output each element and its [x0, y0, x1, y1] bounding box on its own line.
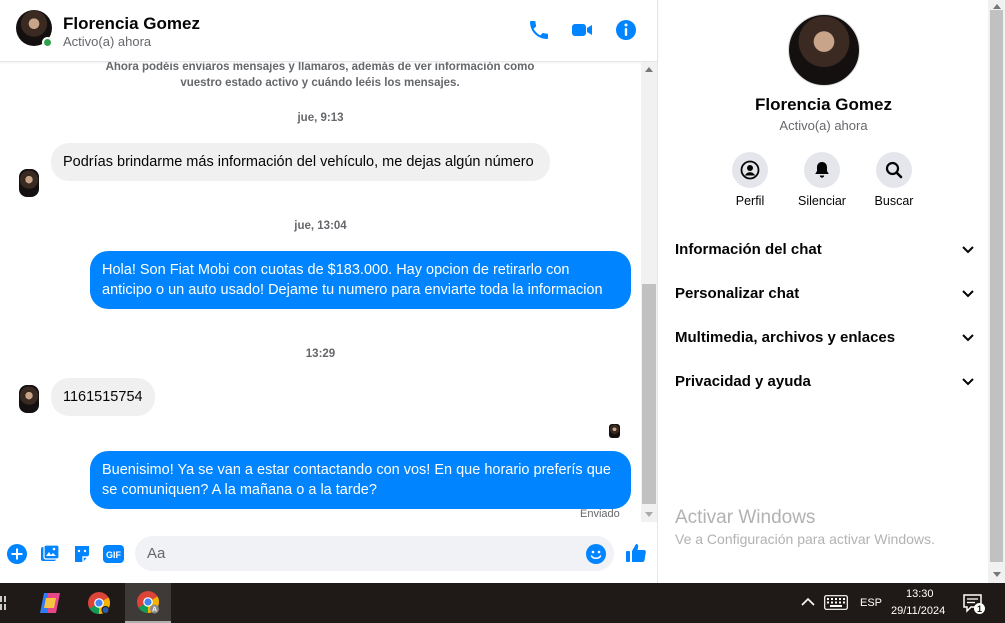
- profile-icon: [740, 160, 760, 180]
- chat-scroll-up-icon[interactable]: [645, 67, 653, 72]
- outgoing-message[interactable]: Hola! Son Fiat Mobi con cuotas de $183.0…: [90, 251, 631, 309]
- chat-scroll-down-icon[interactable]: [645, 512, 653, 517]
- windows-activation-title: Activar Windows: [675, 507, 816, 528]
- message-input[interactable]: [135, 536, 614, 571]
- chevron-up-icon[interactable]: [801, 597, 815, 607]
- chevron-down-icon: [962, 290, 974, 298]
- notification-icon[interactable]: [962, 593, 986, 615]
- chat-scroll-thumb[interactable]: [642, 284, 656, 504]
- clock-time[interactable]: 13:30: [906, 588, 934, 600]
- profile-button[interactable]: Perfil: [712, 152, 788, 208]
- chat-scrollbar[interactable]: [641, 62, 657, 522]
- like-thumb-icon[interactable]: [625, 542, 647, 564]
- mute-button[interactable]: Silenciar: [784, 152, 860, 208]
- chevron-down-icon: [962, 334, 974, 342]
- copilot-icon: [40, 593, 60, 613]
- info-avatar[interactable]: [788, 14, 860, 86]
- gif-icon[interactable]: GIF: [103, 544, 124, 564]
- timestamp: jue, 13:04: [294, 220, 347, 232]
- chrome-icon: A: [137, 591, 159, 614]
- outgoing-message[interactable]: Buenisimo! Ya se van a estar contactando…: [90, 451, 631, 509]
- photo-icon[interactable]: [40, 544, 60, 564]
- message-list: Ahora podéis enviaros mensajes y llamaro…: [0, 62, 641, 524]
- incoming-message[interactable]: Podrías brindarme más información del ve…: [51, 143, 550, 181]
- message-composer: GIF: [0, 524, 658, 583]
- message-avatar: [19, 169, 39, 197]
- phone-call-icon[interactable]: [527, 18, 551, 42]
- section-customize-chat[interactable]: Personalizar chat: [675, 278, 975, 308]
- online-indicator: [42, 37, 53, 48]
- contact-status: Activo(a) ahora: [63, 34, 152, 49]
- windows-taskbar: A ESP 13:30 29/11/2024 1: [0, 583, 1005, 623]
- chevron-down-icon: [962, 246, 974, 254]
- sticker-icon[interactable]: [72, 544, 92, 564]
- chat-pane: Florencia Gomez Activo(a) ahora Ahora po…: [0, 0, 658, 583]
- info-icon[interactable]: [614, 18, 638, 42]
- message-avatar: [19, 385, 39, 413]
- search-label: Buscar: [874, 194, 914, 208]
- plus-icon[interactable]: [7, 544, 27, 564]
- info-contact-status: Activo(a) ahora: [779, 118, 868, 133]
- taskbar-chrome-1[interactable]: [76, 583, 122, 623]
- delivery-status: Enviado: [580, 508, 620, 520]
- chat-info-pane: Florencia Gomez Activo(a) ahora Perfil S…: [659, 0, 988, 583]
- input-language[interactable]: ESP: [860, 597, 882, 609]
- messenger-window: Florencia Gomez Activo(a) ahora Ahora po…: [0, 0, 1005, 583]
- timestamp: 13:29: [305, 348, 336, 360]
- search-button[interactable]: Buscar: [856, 152, 932, 208]
- system-note: Ahora podéis enviaros mensajes y llamaro…: [105, 62, 535, 89]
- search-icon: [885, 161, 903, 179]
- chat-header: Florencia Gomez Activo(a) ahora: [0, 0, 658, 62]
- emoji-icon[interactable]: [586, 544, 606, 564]
- chevron-down-icon: [962, 378, 974, 386]
- info-scrollbar[interactable]: [988, 0, 1005, 583]
- video-call-icon[interactable]: [570, 18, 594, 42]
- section-media-files-links[interactable]: Multimedia, archivos y enlaces: [675, 322, 975, 352]
- section-label: Personalizar chat: [675, 284, 800, 302]
- incoming-message[interactable]: 1161515754: [51, 378, 155, 416]
- taskbar-copilot[interactable]: [27, 583, 73, 623]
- bell-icon: [815, 162, 829, 178]
- windows-activation-subtitle: Ve a Configuración para activar Windows.: [675, 531, 935, 547]
- notification-count: 1: [977, 604, 983, 614]
- section-label: Multimedia, archivos y enlaces: [675, 328, 896, 346]
- keyboard-icon[interactable]: [824, 595, 848, 610]
- info-contact-name: Florencia Gomez: [755, 95, 892, 114]
- chrome-profile-badge: A: [152, 607, 157, 614]
- section-privacy-help[interactable]: Privacidad y ayuda: [675, 366, 975, 396]
- gif-label: GIF: [106, 550, 122, 560]
- section-label: Información del chat: [675, 240, 822, 258]
- contact-name[interactable]: Florencia Gomez: [63, 14, 200, 34]
- info-scroll-thumb[interactable]: [990, 10, 1003, 562]
- section-chat-info[interactable]: Información del chat: [675, 234, 975, 264]
- info-scroll-up-icon[interactable]: [993, 4, 1001, 9]
- mute-label: Silenciar: [798, 194, 846, 208]
- info-scroll-down-icon[interactable]: [993, 572, 1001, 577]
- clock-date[interactable]: 29/11/2024: [891, 605, 945, 617]
- chrome-icon: [88, 592, 110, 614]
- section-label: Privacidad y ayuda: [675, 372, 811, 390]
- profile-label: Perfil: [735, 194, 765, 208]
- task-view-icon[interactable]: [0, 596, 8, 610]
- taskbar-chrome-2[interactable]: A: [125, 583, 171, 623]
- timestamp: jue, 9:13: [297, 112, 344, 124]
- seen-indicator-avatar: [609, 424, 620, 438]
